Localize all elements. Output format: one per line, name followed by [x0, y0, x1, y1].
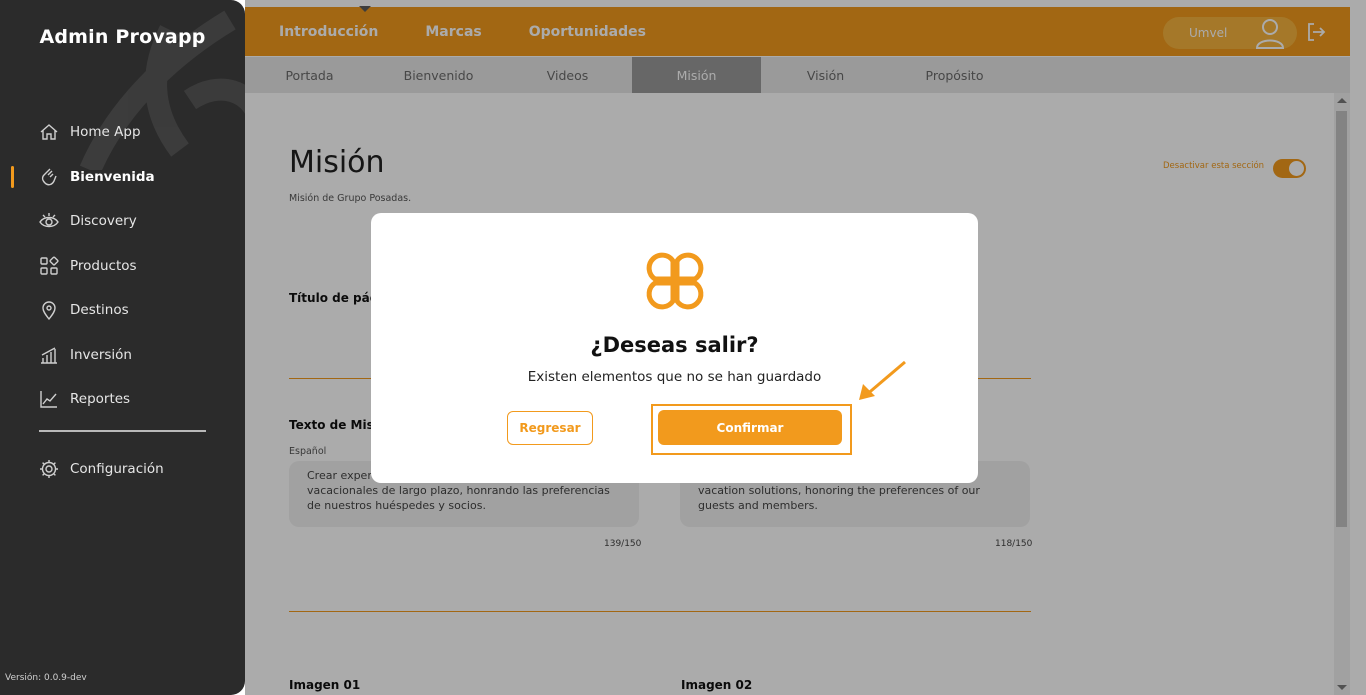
sidebar-item-destinos[interactable]: Destinos [0, 288, 245, 333]
sidebar: Admin Provapp Home App Bienvenida Discov… [0, 0, 245, 695]
sidebar-item-bienvenida[interactable]: Bienvenida [0, 155, 245, 200]
eye-icon [39, 211, 59, 231]
gear-icon [39, 459, 59, 479]
sidebar-divider [39, 430, 206, 432]
home-icon [39, 122, 59, 142]
pointer-arrow-icon [859, 360, 906, 400]
sidebar-item-label: Configuración [70, 461, 164, 478]
app-brand: Admin Provapp [39, 26, 206, 48]
location-pin-icon [39, 300, 59, 321]
sidebar-item-inversion[interactable]: Inversión [0, 333, 245, 378]
dialog-title: ¿Deseas salir? [590, 333, 759, 357]
sidebar-item-home-app[interactable]: Home App [0, 110, 245, 155]
sidebar-item-label: Home App [70, 124, 141, 141]
confirm-button[interactable]: Confirmar [658, 410, 842, 445]
sidebar-item-label: Inversión [70, 346, 132, 363]
back-button[interactable]: Regresar [507, 411, 593, 445]
line-chart-icon [39, 389, 59, 409]
sidebar-item-label: Discovery [70, 213, 137, 230]
grid-icon [39, 256, 59, 276]
bar-chart-icon [39, 345, 59, 365]
sidebar-item-discovery[interactable]: Discovery [0, 199, 245, 244]
sidebar-item-label: Reportes [70, 391, 131, 408]
sidebar-item-reportes[interactable]: Reportes [0, 377, 245, 422]
sidebar-item-label: Productos [70, 257, 137, 274]
sidebar-item-productos[interactable]: Productos [0, 244, 245, 289]
sidebar-item-configuracion[interactable]: Configuración [0, 447, 245, 492]
clover-logo-icon [646, 252, 704, 310]
sidebar-item-label: Bienvenida [70, 168, 155, 185]
sidebar-item-label: Destinos [70, 302, 129, 319]
waving-hand-icon [39, 167, 59, 187]
sidebar-nav: Home App Bienvenida Discovery Productos … [0, 110, 245, 422]
version-label: Versión: 0.0.9-dev [5, 673, 87, 683]
